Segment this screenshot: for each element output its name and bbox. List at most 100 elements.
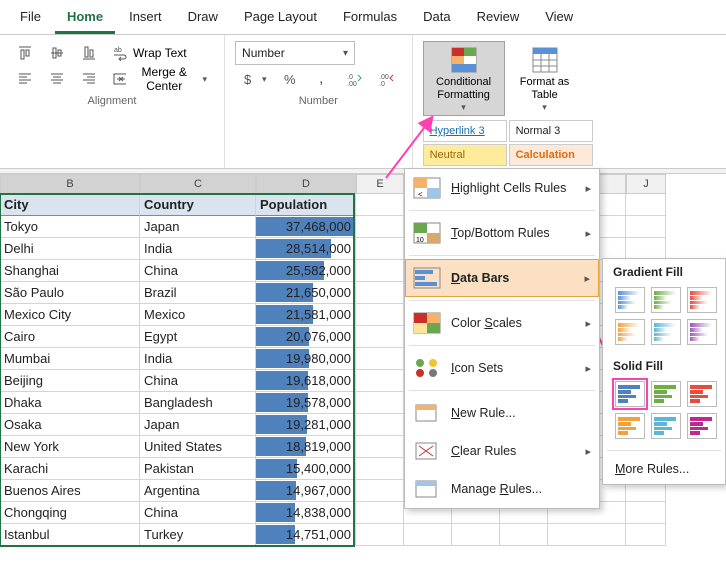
cell-city[interactable]: Mumbai bbox=[0, 348, 140, 370]
menu-icon-sets[interactable]: Icon Sets ▸ bbox=[405, 349, 599, 387]
accounting-format-button[interactable]: $▾ bbox=[235, 67, 274, 91]
menu-new-rule[interactable]: New Rule... bbox=[405, 394, 599, 432]
cell-population[interactable]: 14,751,000 bbox=[256, 524, 356, 546]
cell[interactable] bbox=[356, 392, 404, 414]
cell-city[interactable]: São Paulo bbox=[0, 282, 140, 304]
solid-databar-swatch[interactable] bbox=[687, 381, 717, 407]
cell-city[interactable]: Delhi bbox=[0, 238, 140, 260]
cell-country[interactable]: United States bbox=[140, 436, 256, 458]
cell[interactable] bbox=[356, 480, 404, 502]
cell-population[interactable]: 21,581,000 bbox=[256, 304, 356, 326]
cell-city[interactable]: Buenos Aires bbox=[0, 480, 140, 502]
align-left-button[interactable] bbox=[10, 67, 40, 91]
cell[interactable] bbox=[356, 348, 404, 370]
wrap-text-button[interactable]: ab Wrap Text bbox=[106, 41, 194, 65]
gradient-databar-swatch[interactable] bbox=[687, 319, 717, 345]
cell[interactable] bbox=[356, 502, 404, 524]
cell[interactable] bbox=[626, 216, 666, 238]
tab-page-layout[interactable]: Page Layout bbox=[232, 4, 329, 34]
column-header-C[interactable]: C bbox=[140, 174, 256, 194]
cell-population[interactable]: 19,618,000 bbox=[256, 370, 356, 392]
comma-format-button[interactable]: , bbox=[308, 67, 338, 91]
cell-country[interactable]: Turkey bbox=[140, 524, 256, 546]
cell-population[interactable]: 25,582,000 bbox=[256, 260, 356, 282]
cell-population[interactable]: 21,650,000 bbox=[256, 282, 356, 304]
cell[interactable] bbox=[356, 194, 404, 216]
merge-center-button[interactable]: Merge & Center ▾ bbox=[106, 67, 214, 91]
cell[interactable] bbox=[356, 436, 404, 458]
cell-population[interactable]: 15,400,000 bbox=[256, 458, 356, 480]
cell-style-neutral[interactable]: Neutral bbox=[423, 144, 507, 166]
solid-databar-swatch[interactable] bbox=[651, 381, 681, 407]
menu-data-bars[interactable]: Data Bars ▸ bbox=[405, 259, 599, 297]
tab-data[interactable]: Data bbox=[411, 4, 462, 34]
gradient-databar-swatch[interactable] bbox=[687, 287, 717, 313]
cell-country[interactable]: Japan bbox=[140, 414, 256, 436]
cell[interactable] bbox=[500, 524, 548, 546]
column-header-B[interactable]: B bbox=[0, 174, 140, 194]
increase-decimal-button[interactable]: .0.00 bbox=[340, 67, 370, 91]
menu-top-bottom-rules[interactable]: 10 Top/Bottom Rules ▸ bbox=[405, 214, 599, 252]
cell[interactable] bbox=[356, 414, 404, 436]
column-header-D[interactable]: D bbox=[256, 174, 356, 194]
solid-databar-swatch[interactable] bbox=[687, 413, 717, 439]
tab-draw[interactable]: Draw bbox=[176, 4, 230, 34]
cell-country[interactable]: Japan bbox=[140, 216, 256, 238]
tab-file[interactable]: File bbox=[8, 4, 53, 34]
cell-country[interactable]: Bangladesh bbox=[140, 392, 256, 414]
cell-city[interactable]: Mexico City bbox=[0, 304, 140, 326]
cell-city[interactable]: Istanbul bbox=[0, 524, 140, 546]
cell-country[interactable]: India bbox=[140, 348, 256, 370]
cell-style-normal3[interactable]: Normal 3 bbox=[509, 120, 593, 142]
cell-population[interactable]: 14,838,000 bbox=[256, 502, 356, 524]
align-middle-button[interactable] bbox=[42, 41, 72, 65]
menu-highlight-cells-rules[interactable]: < Highlight Cells Rules ▸ bbox=[405, 169, 599, 207]
cell[interactable] bbox=[356, 370, 404, 392]
tab-view[interactable]: View bbox=[533, 4, 585, 34]
cell-population[interactable]: 28,514,000 bbox=[256, 238, 356, 260]
cell-population[interactable]: 19,578,000 bbox=[256, 392, 356, 414]
cell-city[interactable]: Karachi bbox=[0, 458, 140, 480]
cell-population[interactable]: 19,281,000 bbox=[256, 414, 356, 436]
more-rules-link[interactable]: More Rules... bbox=[603, 454, 725, 484]
gradient-databar-swatch[interactable] bbox=[651, 287, 681, 313]
cell-population[interactable]: 19,980,000 bbox=[256, 348, 356, 370]
cell[interactable] bbox=[356, 282, 404, 304]
cell-city[interactable]: New York bbox=[0, 436, 140, 458]
cell[interactable] bbox=[356, 238, 404, 260]
cell-population[interactable]: 37,468,000 bbox=[256, 216, 356, 238]
cell[interactable] bbox=[626, 194, 666, 216]
cell[interactable] bbox=[356, 260, 404, 282]
format-as-table-button[interactable]: Format as Table▾ bbox=[509, 41, 581, 116]
cell-style-calculation[interactable]: Calculation bbox=[509, 144, 593, 166]
cell-city[interactable]: Beijing bbox=[0, 370, 140, 392]
cell-style-hyperlink3[interactable]: Hyperlink 3 bbox=[423, 120, 507, 142]
percent-format-button[interactable]: % bbox=[276, 67, 306, 91]
tab-insert[interactable]: Insert bbox=[117, 4, 174, 34]
align-bottom-button[interactable] bbox=[74, 41, 104, 65]
gradient-databar-swatch[interactable] bbox=[651, 319, 681, 345]
cell-population[interactable]: 18,819,000 bbox=[256, 436, 356, 458]
cell[interactable] bbox=[626, 502, 666, 524]
cell-population[interactable]: 14,967,000 bbox=[256, 480, 356, 502]
cell[interactable] bbox=[404, 524, 452, 546]
gradient-databar-swatch[interactable] bbox=[615, 287, 645, 313]
table-header-city[interactable]: City bbox=[0, 194, 140, 216]
cell-city[interactable]: Chongqing bbox=[0, 502, 140, 524]
solid-databar-swatch[interactable] bbox=[615, 413, 645, 439]
conditional-formatting-button[interactable]: Conditional Formatting▾ bbox=[423, 41, 505, 116]
cell-city[interactable]: Tokyo bbox=[0, 216, 140, 238]
menu-manage-rules[interactable]: Manage Rules... bbox=[405, 470, 599, 508]
cell-country[interactable]: China bbox=[140, 502, 256, 524]
cell-city[interactable]: Dhaka bbox=[0, 392, 140, 414]
cell-country[interactable]: Pakistan bbox=[140, 458, 256, 480]
cell[interactable] bbox=[356, 524, 404, 546]
cell[interactable] bbox=[356, 304, 404, 326]
menu-clear-rules[interactable]: Clear Rules ▸ bbox=[405, 432, 599, 470]
solid-databar-swatch[interactable] bbox=[615, 381, 645, 407]
cell-country[interactable]: Egypt bbox=[140, 326, 256, 348]
cell[interactable] bbox=[356, 458, 404, 480]
align-center-button[interactable] bbox=[42, 67, 72, 91]
solid-databar-swatch[interactable] bbox=[651, 413, 681, 439]
number-format-combo[interactable]: Number bbox=[235, 41, 355, 65]
